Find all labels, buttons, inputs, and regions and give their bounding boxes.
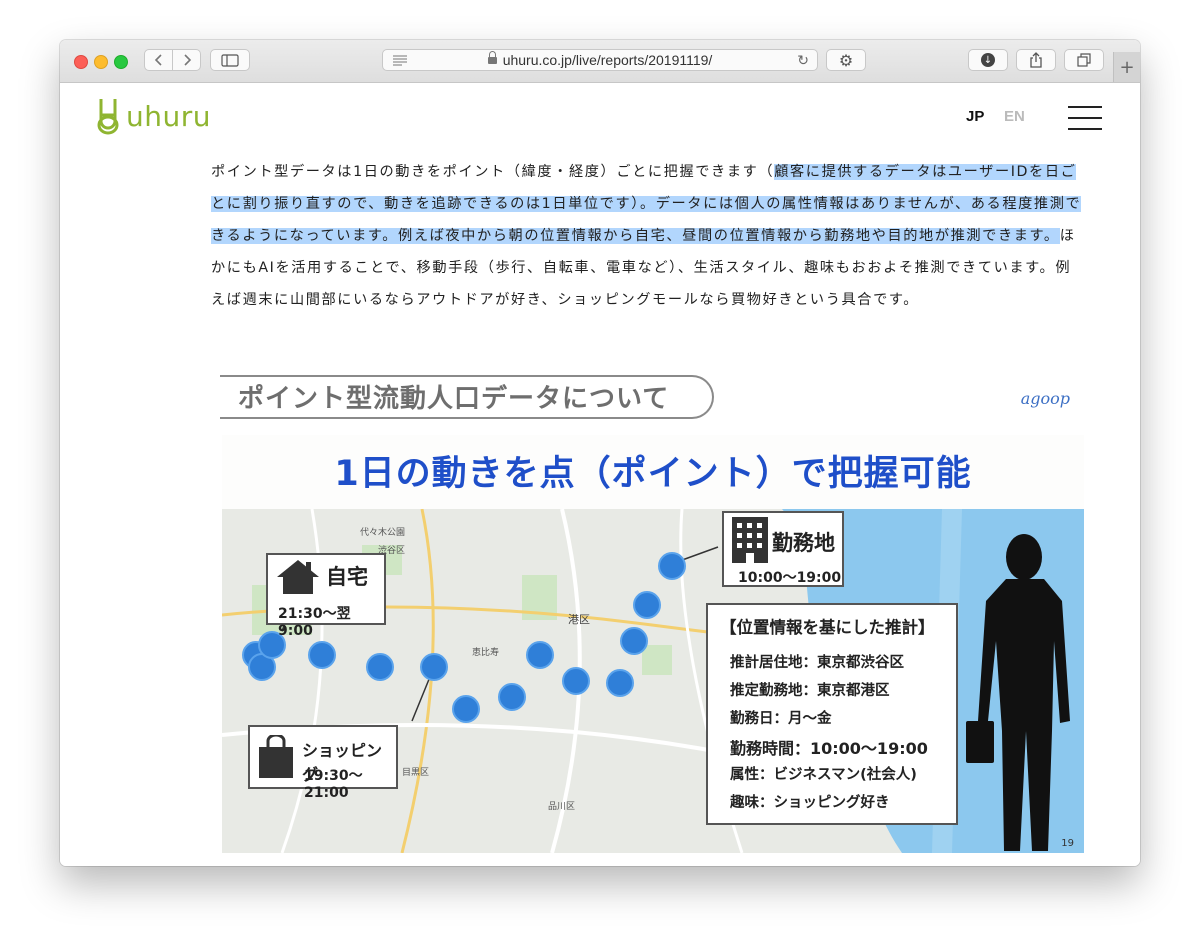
location-point: [308, 641, 336, 669]
language-jp-link[interactable]: JP: [966, 108, 984, 125]
office-building-icon: [732, 517, 768, 563]
work-label: 勤務地: [772, 531, 835, 555]
browser-toolbar: uhuru.co.jp/live/reports/20191119/ ↻ ⚙ ↓…: [60, 40, 1140, 83]
new-tab-button[interactable]: +: [1113, 52, 1140, 82]
businessman-silhouette: [966, 534, 1070, 851]
zoom-window-button[interactable]: [114, 55, 128, 69]
article-text-before: ポイント型データは1日の動きをポイント（緯度・経度）ごとに把握できます（: [211, 164, 775, 180]
language-en-link[interactable]: EN: [1004, 108, 1025, 125]
shopping-callout: ショッピング 19:30〜21:00: [248, 725, 398, 801]
location-point: [620, 627, 648, 655]
site-logo[interactable]: uhuru: [96, 97, 211, 135]
estimation-info-box: 【位置情報を基にした推計】 推計居住地：東京都渋谷区 推定勤務地：東京都港区 勤…: [706, 603, 958, 825]
location-point: [633, 591, 661, 619]
location-point: [526, 641, 554, 669]
work-time: 10:00〜19:00: [738, 570, 842, 586]
sidebar-icon: [221, 53, 239, 67]
agoop-logo: agoop: [1020, 389, 1070, 408]
close-window-button[interactable]: [74, 55, 88, 69]
extension-button[interactable]: ⚙: [826, 49, 866, 71]
article-paragraph: ポイント型データは1日の動きをポイント（緯度・経度）ごとに把握できます（顧客に提…: [211, 156, 1085, 316]
location-point: [606, 669, 634, 697]
home-label: 自宅: [326, 565, 368, 589]
slide-number: 19: [1061, 838, 1074, 849]
info-row: 趣味：ショッピング好き: [730, 795, 890, 811]
back-button[interactable]: [144, 49, 173, 71]
location-point: [452, 695, 480, 723]
article-figure: ポイント型流動人口データについて agoop 1日の動きを点（ポイント）で把握可…: [220, 371, 1084, 853]
info-box-title: 【位置情報を基にした推計】: [720, 618, 935, 637]
info-row: 勤務時間：10:00〜19:00: [730, 739, 928, 758]
house-icon: [277, 560, 319, 594]
info-row: 勤務日：月〜金: [730, 711, 832, 727]
chevron-left-icon: [154, 54, 162, 66]
address-bar[interactable]: uhuru.co.jp/live/reports/20191119/ ↻: [382, 49, 818, 71]
home-time: 21:30〜翌9:00: [278, 606, 351, 639]
downloads-button[interactable]: ↓: [968, 49, 1008, 71]
share-button[interactable]: [1016, 49, 1056, 71]
forward-button[interactable]: [172, 49, 201, 71]
reader-view-icon[interactable]: [393, 54, 407, 66]
work-callout: 勤務地 10:00〜19:00: [722, 511, 844, 587]
location-point: [420, 653, 448, 681]
info-row: 属性：ビジネスマン(社会人): [730, 767, 917, 783]
location-point: [658, 552, 686, 580]
location-point: [562, 667, 590, 695]
info-row: 推定勤務地：東京都港区: [730, 683, 890, 699]
shop-time: 19:30〜21:00: [304, 768, 363, 801]
minimize-window-button[interactable]: [94, 55, 108, 69]
sidebar-toggle-button[interactable]: [210, 49, 250, 71]
location-point: [366, 653, 394, 681]
tab-overview-button[interactable]: [1064, 49, 1104, 71]
download-icon: ↓: [981, 53, 995, 67]
tabs-icon: [1077, 53, 1091, 67]
browser-window: uhuru.co.jp/live/reports/20191119/ ↻ ⚙ ↓…: [60, 40, 1140, 866]
url-text[interactable]: uhuru.co.jp/live/reports/20191119/: [503, 52, 713, 68]
reload-icon[interactable]: ↻: [797, 53, 809, 69]
map-slide: 1日の動きを点（ポイント）で把握可能 代々木公園 渋谷区 港区 品川区 目黒区 …: [222, 435, 1084, 853]
share-icon: [1030, 52, 1042, 68]
home-callout: 自宅 21:30〜翌9:00: [266, 553, 386, 639]
gear-icon: ⚙: [838, 50, 854, 70]
hamburger-menu-button[interactable]: [1068, 106, 1102, 130]
plus-icon: +: [1119, 56, 1135, 78]
info-row: 推計居住地：東京都渋谷区: [730, 655, 904, 671]
shopping-bag-icon: [259, 735, 293, 778]
uhuru-logo-icon: [97, 99, 119, 135]
figure-title: ポイント型流動人口データについて: [238, 384, 670, 414]
lock-icon: [487, 50, 497, 64]
chevron-right-icon: [183, 54, 191, 66]
location-point: [498, 683, 526, 711]
logo-text: uhuru: [126, 99, 211, 133]
page-content: uhuru JP EN ポイント型データは1日の動きをポイント（緯度・経度）ごと…: [60, 83, 1140, 866]
